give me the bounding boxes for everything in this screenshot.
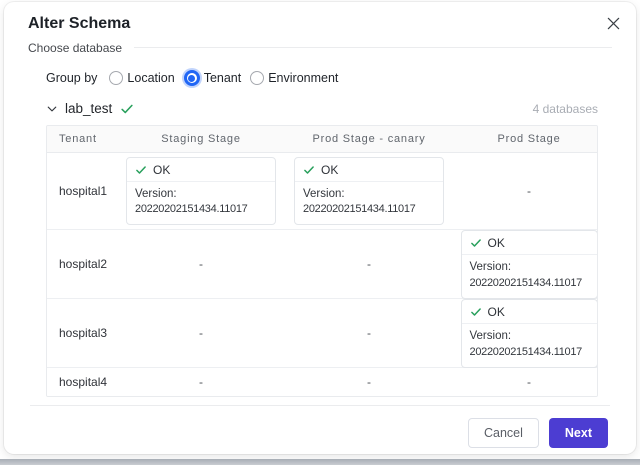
check-icon [303, 164, 315, 176]
version-label: Version: [135, 186, 267, 203]
tenant-name: hospital3 [47, 326, 117, 340]
status-card: OK Version: 20220202151434.11017 [461, 299, 598, 368]
status-card: OK Version: 20220202151434.11017 [126, 157, 276, 226]
column-header-tenant: Tenant [47, 133, 117, 145]
empty-cell: - [285, 375, 453, 389]
status-label: OK [321, 163, 338, 177]
check-icon [120, 102, 134, 116]
database-group-row: lab_test 4 databases [46, 101, 598, 116]
status-card: OK Version: 20220202151434.11017 [294, 157, 444, 226]
alter-schema-dialog: Alter Schema Choose database Group by Lo… [4, 2, 636, 454]
prod-cell: OK Version: 20220202151434.11017 [453, 299, 598, 368]
radio-option-environment[interactable]: Environment [250, 71, 338, 85]
version-value: 20220202151434.11017 [303, 202, 435, 218]
page-bottom-edge [0, 459, 640, 465]
close-button[interactable] [602, 12, 624, 34]
version-value: 20220202151434.11017 [135, 202, 267, 218]
column-header-prod: Prod Stage [453, 133, 598, 145]
section-label: Choose database [28, 41, 122, 55]
empty-cell: - [453, 184, 598, 198]
check-icon [470, 237, 482, 249]
tenant-name: hospital1 [47, 184, 117, 198]
databases-table: Tenant Staging Stage Prod Stage - canary… [46, 125, 598, 397]
radio-icon[interactable] [250, 71, 264, 85]
database-group-name: lab_test [65, 101, 112, 116]
table-row: hospital1 OK Version: 20220202151434.110… [47, 153, 597, 230]
status-label: OK [488, 236, 505, 250]
table-header: Tenant Staging Stage Prod Stage - canary… [47, 126, 597, 153]
page: Alter Schema Choose database Group by Lo… [0, 0, 640, 465]
empty-cell: - [453, 375, 598, 389]
status-label: OK [153, 163, 170, 177]
radio-label-location: Location [127, 71, 174, 85]
status-label: OK [488, 305, 505, 319]
close-icon [606, 16, 621, 31]
empty-cell: - [117, 375, 285, 389]
radio-selected-icon[interactable] [184, 70, 200, 86]
dialog-header: Alter Schema [4, 2, 636, 33]
empty-cell: - [117, 326, 285, 340]
chevron-down-icon[interactable] [46, 103, 58, 115]
tenant-name: hospital2 [47, 257, 117, 271]
column-header-prod-canary: Prod Stage - canary [285, 133, 453, 145]
prod-cell: OK Version: 20220202151434.11017 [453, 230, 598, 299]
dialog-title: Alter Schema [28, 14, 612, 33]
status-card: OK Version: 20220202151434.11017 [461, 230, 598, 299]
radio-icon[interactable] [109, 71, 123, 85]
table-row: hospital3 - - OK Version: 2022020215 [47, 299, 597, 368]
next-button[interactable]: Next [549, 418, 608, 448]
prod-canary-cell: OK Version: 20220202151434.11017 [285, 153, 453, 229]
database-count: 4 databases [533, 102, 598, 116]
radio-option-tenant[interactable]: Tenant [184, 70, 242, 86]
radio-option-location[interactable]: Location [109, 71, 174, 85]
empty-cell: - [117, 257, 285, 271]
version-value: 20220202151434.11017 [470, 345, 589, 361]
table-row: hospital4 - - - [47, 368, 597, 396]
empty-cell: - [285, 257, 453, 271]
version-label: Version: [303, 186, 435, 203]
radio-label-tenant: Tenant [204, 71, 242, 85]
staging-cell: OK Version: 20220202151434.11017 [117, 153, 285, 229]
version-label: Version: [470, 328, 589, 345]
cancel-button[interactable]: Cancel [468, 418, 539, 448]
column-header-staging: Staging Stage [117, 133, 285, 145]
radio-label-environment: Environment [268, 71, 338, 85]
section-divider: Choose database [28, 40, 612, 55]
version-label: Version: [470, 259, 589, 276]
check-icon [135, 164, 147, 176]
table-row: hospital2 - - OK Version: 2022020215 [47, 230, 597, 299]
group-by-row: Group by Location Tenant Environment [46, 70, 636, 86]
tenant-name: hospital4 [47, 375, 117, 389]
divider-line [134, 47, 612, 48]
empty-cell: - [285, 326, 453, 340]
dialog-footer: Cancel Next [4, 406, 636, 448]
check-icon [470, 306, 482, 318]
group-by-label: Group by [46, 71, 97, 85]
version-value: 20220202151434.11017 [470, 276, 589, 292]
